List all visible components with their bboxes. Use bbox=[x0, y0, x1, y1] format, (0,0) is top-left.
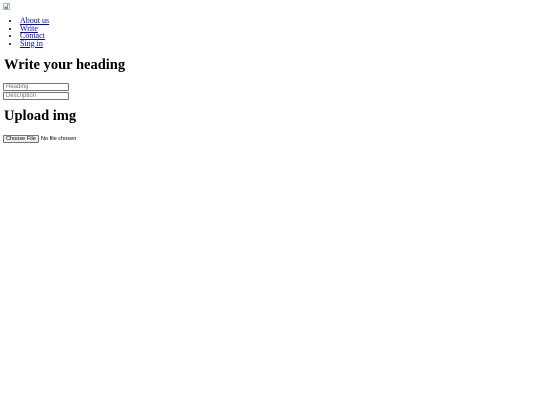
nav-item-sign-in: Sing in bbox=[20, 39, 49, 48]
file-status-text: No file chosen bbox=[40, 135, 77, 142]
nav-link-sign-in[interactable]: Sing in bbox=[20, 39, 43, 48]
upload-image-title: Upload img bbox=[4, 108, 77, 124]
description-input[interactable] bbox=[3, 92, 69, 100]
nav-menu: About us Write Contact Sing in bbox=[0, 17, 49, 48]
choose-file-button[interactable]: Choose File bbox=[3, 134, 39, 143]
broken-image-icon bbox=[3, 3, 10, 10]
file-upload-control: Choose File No file chosen bbox=[3, 134, 76, 143]
heading-input[interactable] bbox=[3, 83, 69, 91]
write-heading-title: Write your heading bbox=[4, 57, 126, 73]
